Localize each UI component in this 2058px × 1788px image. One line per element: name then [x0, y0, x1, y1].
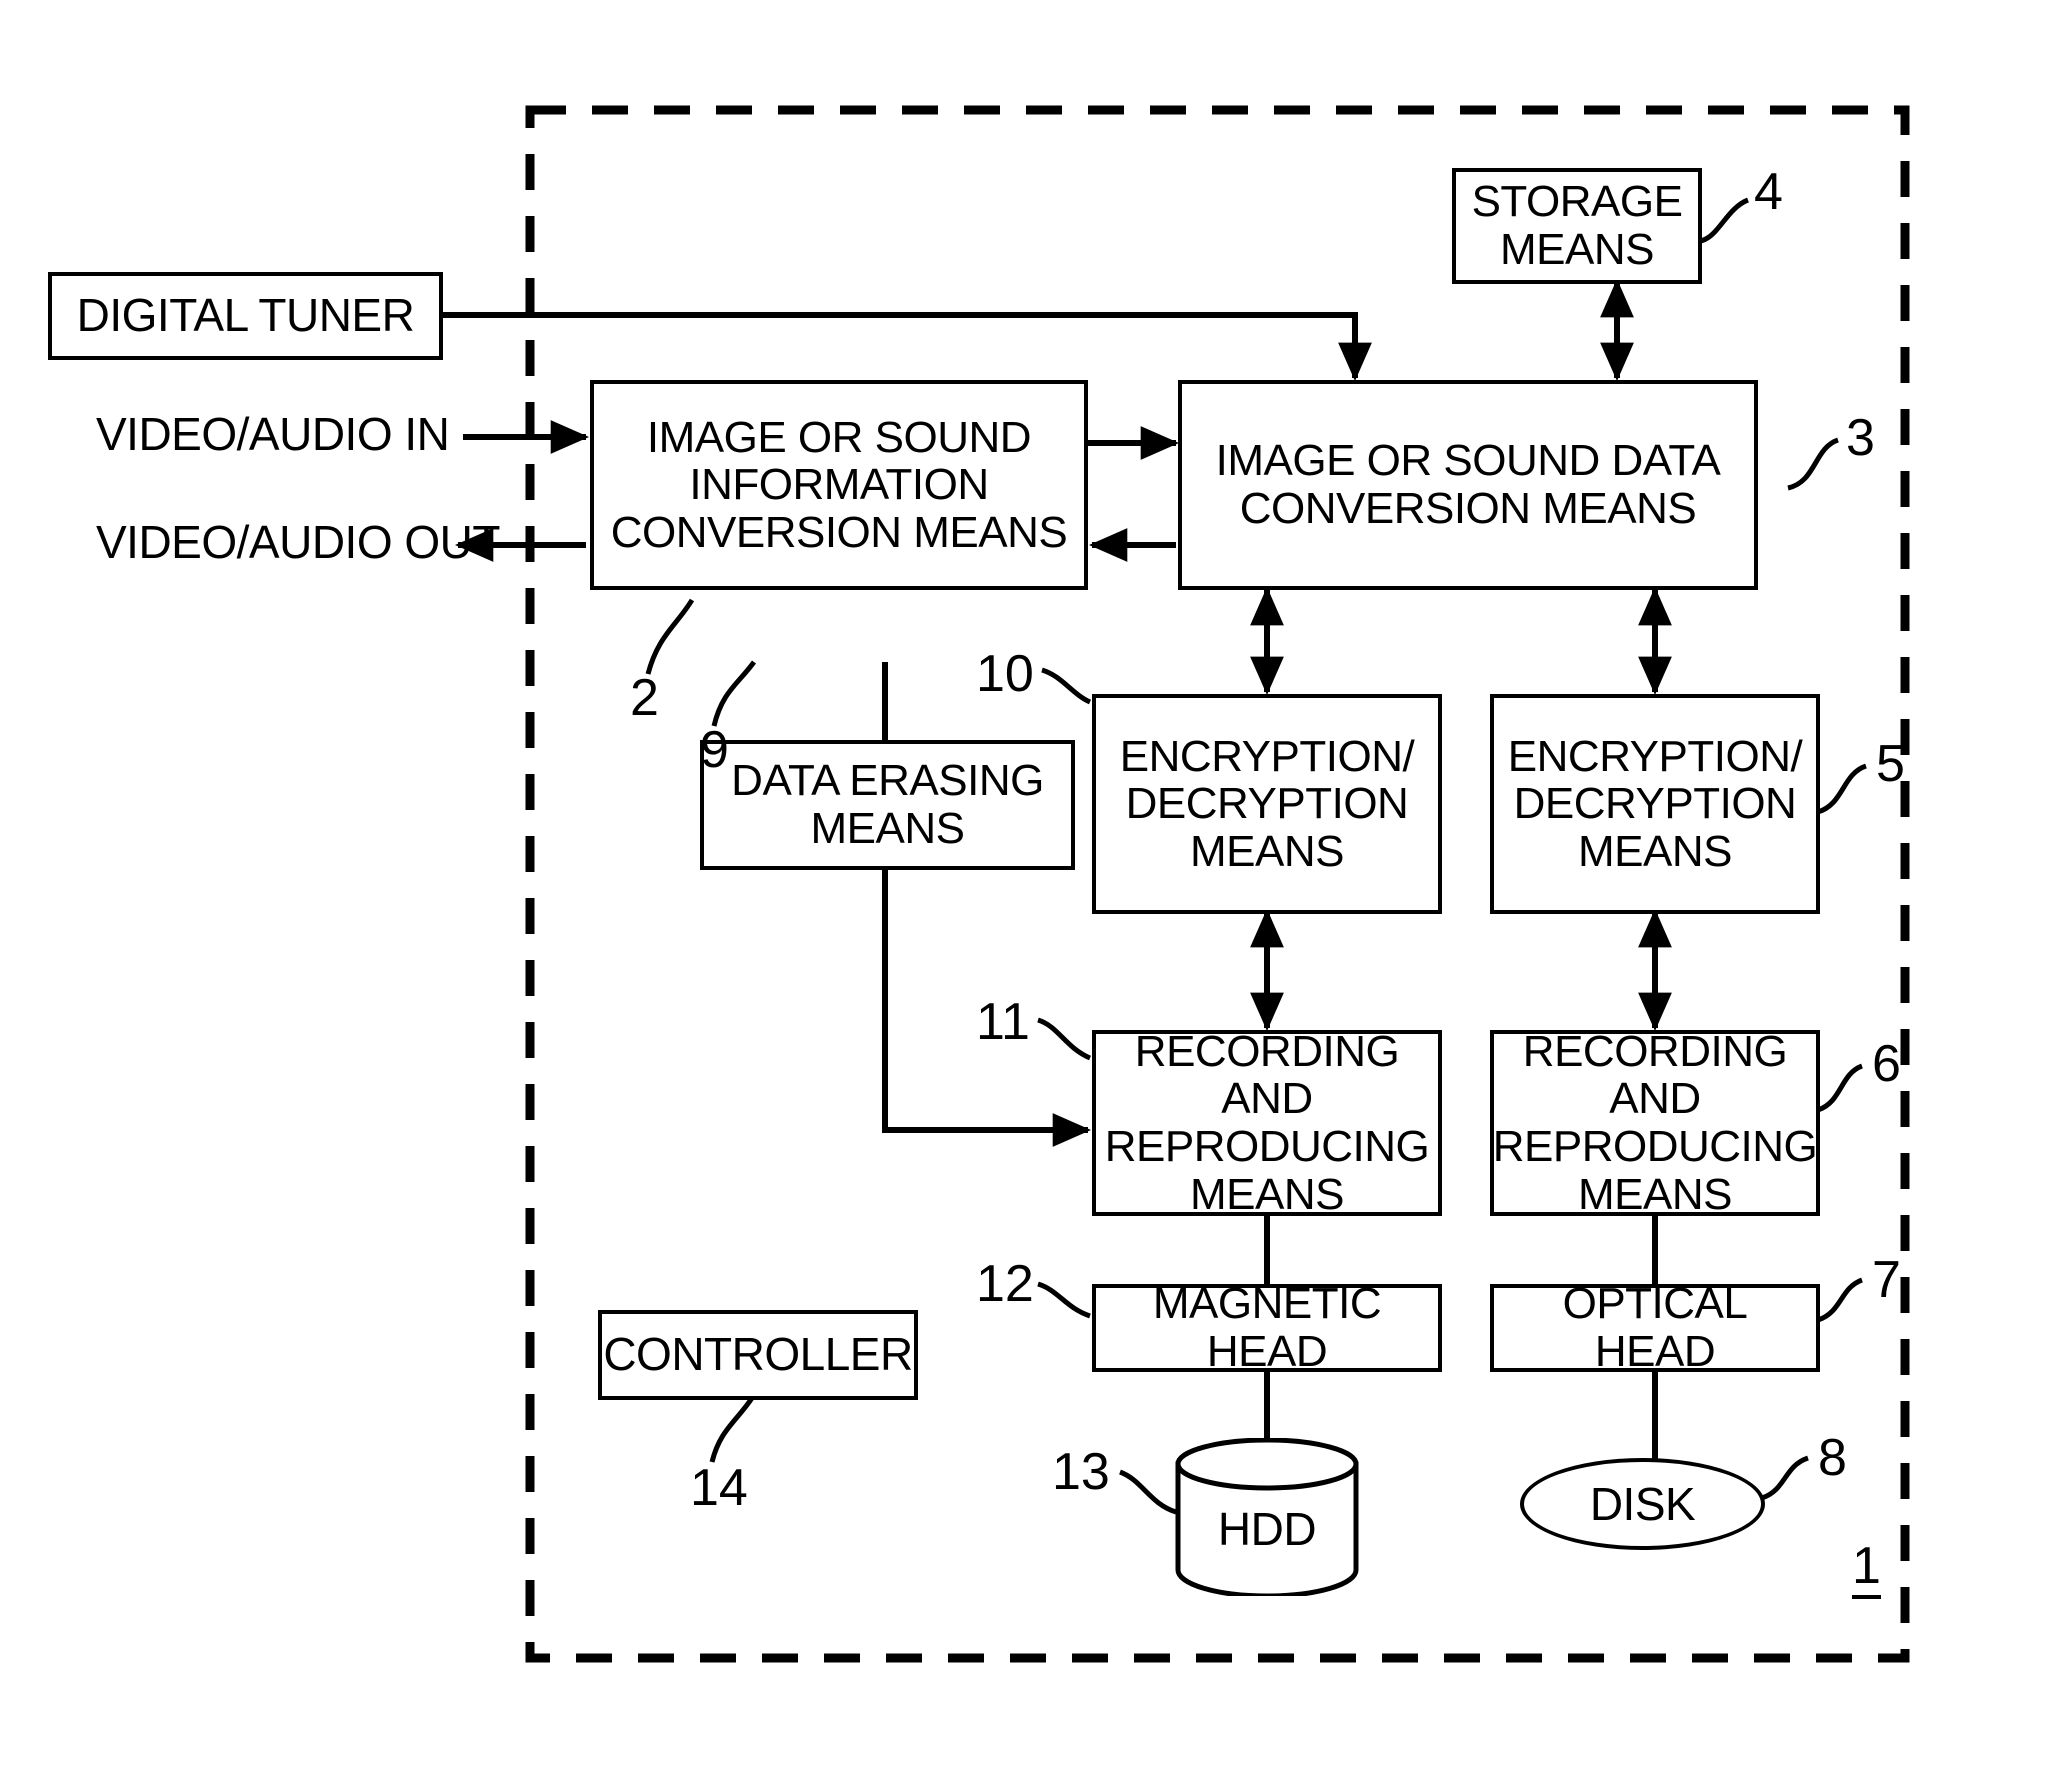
patent-figure: VIDEO/AUDIO IN VIDEO/AUDIO OUT DIGITAL T…	[0, 0, 2058, 1788]
block-data-erasing-means[interactable]: DATA ERASING MEANS	[700, 740, 1075, 870]
block-digital-tuner[interactable]: DIGITAL TUNER	[48, 272, 443, 360]
ref-numeral-8: 8	[1818, 1429, 1847, 1487]
ref-numeral-5: 5	[1876, 735, 1905, 793]
block-image-or-sound-data-conversion-means[interactable]: IMAGE OR SOUND DATA CONVERSION MEANS	[1178, 380, 1758, 590]
data-conversion-label: IMAGE OR SOUND DATA CONVERSION MEANS	[1215, 436, 1721, 533]
ref-numeral-1: 1	[1852, 1540, 1881, 1599]
line-dataerasing-to-recrepleft	[882, 662, 1092, 1147]
magnetic-head-label: MAGNETIC HEAD	[1152, 1279, 1382, 1376]
ref-numeral-11: 11	[976, 993, 1030, 1051]
optical-head-label: OPTICAL HEAD	[1562, 1279, 1748, 1376]
block-magnetic-head[interactable]: MAGNETIC HEAD	[1092, 1280, 1442, 1375]
digital-tuner-label: DIGITAL TUNER	[76, 289, 415, 342]
leader-ref-2	[645, 598, 695, 675]
leader-ref-8	[1761, 1455, 1809, 1501]
leader-ref-9	[711, 660, 757, 727]
shape-disk-ellipse[interactable]: DISK	[1520, 1458, 1765, 1550]
video-audio-out-label: VIDEO/AUDIO OUT	[96, 516, 500, 568]
ref-numeral-4: 4	[1754, 163, 1783, 221]
block-optical-head[interactable]: OPTICAL HEAD	[1490, 1280, 1820, 1375]
hdd-label: HDD	[1217, 1503, 1317, 1555]
ref-numeral-10: 10	[976, 645, 1034, 703]
leader-ref-10	[1041, 667, 1092, 705]
ref-numeral-14: 14	[690, 1459, 748, 1517]
ref-numeral-9: 9	[700, 721, 729, 779]
block-encryption-decryption-means-right[interactable]: ENCRYPTION/ DECRYPTION MEANS	[1490, 694, 1820, 914]
block-recording-reproducing-means-right[interactable]: RECORDING AND REPRODUCING MEANS	[1490, 1026, 1820, 1219]
ref-numeral-3: 3	[1846, 409, 1875, 467]
recrep-right-label: RECORDING AND REPRODUCING MEANS	[1492, 1026, 1818, 1219]
block-storage-means[interactable]: STORAGE MEANS	[1452, 168, 1702, 284]
leader-ref-14	[709, 1396, 755, 1463]
leader-ref-6	[1817, 1063, 1864, 1113]
ref-numeral-2: 2	[630, 669, 659, 727]
block-recording-reproducing-means-left[interactable]: RECORDING AND REPRODUCING MEANS	[1092, 1026, 1442, 1219]
leader-ref-3	[1787, 437, 1840, 491]
leader-ref-5	[1817, 763, 1867, 815]
block-controller[interactable]: CONTROLLER	[598, 1310, 918, 1400]
line-tuner-to-dataconv	[443, 312, 1372, 382]
block-encryption-decryption-means-left[interactable]: ENCRYPTION/ DECRYPTION MEANS	[1092, 694, 1442, 914]
encdec-left-label: ENCRYPTION/ DECRYPTION MEANS	[1119, 731, 1415, 876]
controller-label: CONTROLLER	[603, 1328, 913, 1381]
ref-numeral-13: 13	[1052, 1443, 1110, 1501]
video-audio-in-label: VIDEO/AUDIO IN	[96, 408, 450, 460]
recrep-left-label: RECORDING AND REPRODUCING MEANS	[1104, 1026, 1430, 1219]
leader-ref-13	[1119, 1469, 1177, 1515]
leader-ref-7	[1817, 1277, 1864, 1323]
ref-numeral-12: 12	[976, 1255, 1034, 1313]
storage-means-label: STORAGE MEANS	[1471, 177, 1683, 274]
data-erasing-means-label: DATA ERASING MEANS	[731, 756, 1044, 853]
disk-label: DISK	[1589, 1478, 1696, 1530]
leader-ref-12	[1037, 1281, 1091, 1319]
block-image-or-sound-information-conversion-means[interactable]: IMAGE OR SOUND INFORMATION CONVERSION ME…	[590, 380, 1088, 590]
shape-hdd-cylinder[interactable]: HDD	[1172, 1437, 1362, 1599]
ref-numeral-7: 7	[1872, 1251, 1901, 1309]
info-conversion-label: IMAGE OR SOUND INFORMATION CONVERSION ME…	[610, 412, 1068, 557]
encdec-right-label: ENCRYPTION/ DECRYPTION MEANS	[1507, 731, 1803, 876]
ref-numeral-6: 6	[1872, 1035, 1901, 1093]
leader-ref-11	[1037, 1017, 1092, 1061]
